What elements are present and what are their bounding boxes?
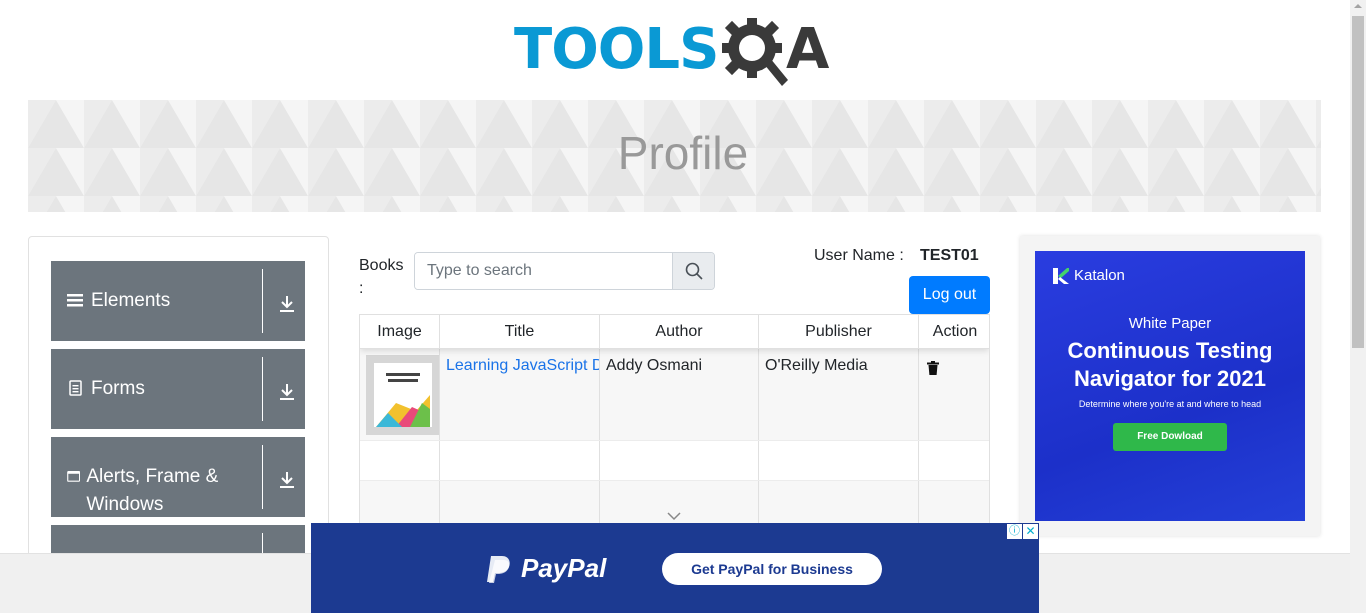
ad-kicker: White Paper [1128, 315, 1212, 332]
username-value: TEST01 [920, 247, 979, 264]
trash-icon[interactable] [927, 361, 939, 375]
cell-action [919, 349, 989, 440]
ad-brand-name: Katalon [1074, 267, 1125, 284]
sidebar-group-label: Alerts, Frame & Windows [86, 466, 219, 515]
cell-empty [440, 441, 600, 480]
toolsqa-logo[interactable]: TOOLS A [514, 14, 838, 90]
paypal-ad[interactable]: PayPal Get PayPal for Business ⓘ ✕ [311, 523, 1039, 613]
download-icon[interactable] [279, 295, 295, 313]
chevron-down-icon[interactable] [666, 511, 682, 521]
ad-creative[interactable]: Katalon White Paper Continuous Testing N… [1035, 251, 1305, 521]
search-icon [685, 262, 703, 280]
cell-empty [759, 441, 919, 480]
katalon-logo-icon [1053, 267, 1069, 284]
column-header-author[interactable]: Author [600, 315, 759, 349]
book-title-link[interactable]: Learning JavaScript Design Patterns [446, 357, 599, 375]
book-cover-image [366, 355, 439, 435]
column-header-image[interactable]: Image [360, 315, 440, 349]
table-row: Learning JavaScript Design Patterns Addy… [360, 349, 989, 441]
download-icon[interactable] [279, 383, 295, 401]
paypal-wordmark: PayPal [521, 553, 607, 583]
ad-info-icon[interactable]: ⓘ [1007, 524, 1022, 539]
cell-image [360, 349, 440, 440]
scroll-up-arrow-icon[interactable] [1354, 4, 1362, 8]
table-row [360, 441, 989, 481]
window-icon [67, 471, 81, 482]
vertical-scrollbar[interactable] [1350, 0, 1366, 613]
paypal-mark-icon [487, 555, 510, 583]
book-author: Addy Osmani [606, 357, 703, 374]
paypal-cta-button[interactable]: Get PayPal for Business [662, 553, 882, 585]
search-input[interactable] [415, 253, 672, 289]
ad-cta-button[interactable]: Free Dowload [1113, 423, 1227, 451]
book-publisher: O'Reilly Media [765, 357, 868, 374]
table-header: Image Title Author Publisher Action [360, 315, 989, 349]
logout-button[interactable]: Log out [909, 276, 990, 314]
ad-subtext: Determine where you're at and where to h… [1078, 399, 1262, 409]
books-table: Image Title Author Publisher Action Lear… [359, 314, 990, 534]
cell-title: Learning JavaScript Design Patterns [440, 349, 600, 440]
sidebar-group-alerts[interactable]: Alerts, Frame & Windows [51, 437, 305, 517]
divider [262, 269, 263, 333]
ad-close-icon[interactable]: ✕ [1023, 524, 1038, 539]
hamburger-icon [67, 294, 83, 307]
cell-empty [360, 441, 440, 480]
katalon-ad[interactable]: Katalon White Paper Continuous Testing N… [1020, 236, 1320, 536]
ad-headline: Continuous Testing Navigator for 2021 [1067, 338, 1273, 391]
column-header-action[interactable]: Action [919, 315, 989, 349]
document-icon [69, 380, 82, 396]
cell-publisher: O'Reilly Media [759, 349, 919, 440]
cell-author: Addy Osmani [600, 349, 759, 440]
cell-empty [600, 441, 759, 480]
logo-text: TOOLS [514, 17, 719, 82]
sidebar-group-label: Forms [91, 378, 145, 399]
ad-brand: Katalon [1053, 267, 1125, 284]
sidebar: Elements Forms Alerts, Frame & Windows [28, 236, 329, 566]
page-title: Profile [617, 127, 749, 179]
username-label: User Name : [814, 247, 904, 264]
paypal-logo: PayPal [485, 553, 606, 584]
sidebar-group-label: Elements [91, 290, 171, 311]
sidebar-group-forms[interactable]: Forms [51, 349, 305, 429]
divider [262, 357, 263, 421]
sidebar-group-elements[interactable]: Elements [51, 261, 305, 341]
column-header-publisher[interactable]: Publisher [759, 315, 919, 349]
divider [262, 445, 263, 509]
books-label: Books : [359, 257, 404, 297]
download-icon[interactable] [279, 471, 295, 489]
gear-magnifier-icon [722, 18, 788, 86]
scroll-thumb[interactable] [1352, 16, 1364, 348]
logo-suffix: A [786, 17, 830, 82]
cell-empty [919, 441, 989, 480]
column-header-title[interactable]: Title [440, 315, 600, 349]
search-button[interactable] [672, 253, 714, 289]
page: TOOLS A Profile Elements Forms Alerts, F… [0, 0, 1366, 613]
search-box [414, 252, 715, 290]
